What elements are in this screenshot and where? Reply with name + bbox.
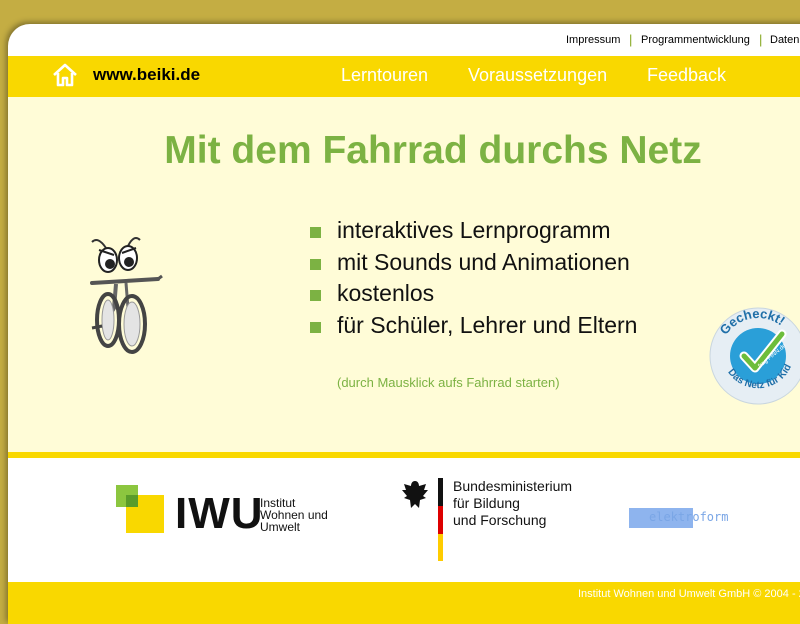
list-item: mit Sounds und Animationen xyxy=(308,249,637,281)
page: Impressum | Programmentwicklung | Daten … xyxy=(8,24,800,624)
copyright-text: Institut Wohnen und Umwelt GmbH © 2004 -… xyxy=(578,588,800,600)
nav-feedback[interactable]: Feedback xyxy=(647,65,726,86)
partner-logos: IWU Institut Wohnen und Umwelt Bundesmin… xyxy=(8,458,800,582)
home-icon[interactable] xyxy=(52,62,78,88)
nav-lerntouren[interactable]: Lerntouren xyxy=(341,65,428,86)
impressum-link[interactable]: Impressum xyxy=(566,34,620,46)
separator: | xyxy=(629,32,633,47)
bullet-square-icon xyxy=(310,321,321,333)
nav-bar: www.beiki.de Lerntouren Voraussetzungen … xyxy=(8,56,800,97)
start-hint: (durch Mausklick aufs Fahrrad starten) xyxy=(337,375,560,390)
bullet-square-icon xyxy=(310,227,321,238)
elektroform-text: elektroform xyxy=(649,510,729,524)
iwu-name: Institut Wohnen und Umwelt xyxy=(260,496,328,534)
list-item: für Schüler, Lehrer und Eltern xyxy=(308,312,637,344)
iwu-squares-icon xyxy=(116,485,164,533)
iwu-acronym: IWU xyxy=(175,489,264,538)
elektroform-logo[interactable]: elektroform xyxy=(629,508,729,528)
bmbf-name: Bundesministerium für Bildung und Forsch… xyxy=(453,478,573,528)
page-title: Mit dem Fahrrad durchs Netz xyxy=(164,129,702,172)
bullet-square-icon xyxy=(310,290,321,301)
separator: | xyxy=(759,32,763,47)
programmentwicklung-link[interactable]: Programmentwicklung xyxy=(641,34,750,46)
bullet-square-icon xyxy=(310,258,321,270)
main-content: Mit dem Fahrrad durchs Netz interaktives… xyxy=(8,97,800,452)
bicycle-character-icon[interactable] xyxy=(84,228,166,356)
list-item: kostenlos xyxy=(308,280,637,312)
datenschutz-link[interactable]: Daten xyxy=(770,34,799,46)
site-name[interactable]: www.beiki.de xyxy=(93,65,200,85)
footer: Institut Wohnen und Umwelt GmbH © 2004 -… xyxy=(8,582,800,624)
feature-list: interaktives Lernprogramm mit Sounds und… xyxy=(308,217,637,343)
eagle-icon xyxy=(402,481,428,508)
nav-voraussetzungen[interactable]: Voraussetzungen xyxy=(468,65,607,86)
list-item: interaktives Lernprogramm xyxy=(308,217,637,249)
top-links: Impressum | Programmentwicklung | Daten xyxy=(8,24,800,56)
german-flag-bar xyxy=(438,478,443,561)
fragfinn-badge[interactable]: Gecheckt! Das Netz für Kids frag FINN.de xyxy=(708,306,800,406)
